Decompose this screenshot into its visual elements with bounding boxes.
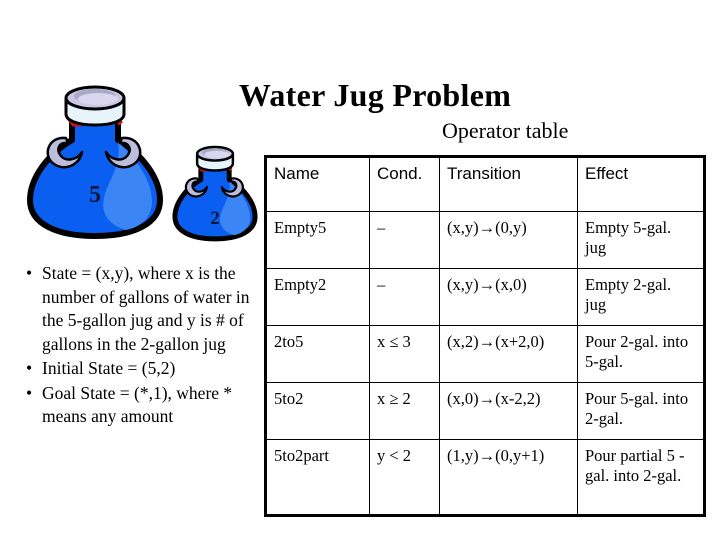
column-header-cond: Cond. [369, 156, 440, 212]
operator-table-grid: Name Cond. Transition Effect Empty5 – (x… [264, 155, 706, 517]
cell-transition: (x,y)→(x,0) [439, 268, 578, 326]
table-row: 5to2 x ≥ 2 (x,0)→(x-2,2) Pour 5-gal. int… [265, 382, 705, 440]
table-row: Empty5 – (x,y)→(0,y) Empty 5-gal. jug [265, 211, 705, 269]
list-item-text: State = (x,y), where x is the number of … [42, 263, 250, 354]
cell-effect: Pour partial 5 -gal. into 2-gal. [577, 439, 705, 516]
bullet-list: • State = (x,y), where x is the number o… [18, 262, 258, 429]
cell-effect: Empty 2-gal. jug [577, 268, 705, 326]
cell-cond: x ≤ 3 [369, 325, 440, 383]
bullet-marker-icon: • [26, 382, 33, 403]
list-item-text: Initial State = (5,2) [42, 358, 176, 378]
cell-transition: (x,y)→(0,y) [439, 211, 578, 269]
five-gallon-jug-illustration: 5 [22, 80, 168, 240]
cell-effect: Pour 5-gal. into 2-gal. [577, 382, 705, 440]
five-gallon-jug-icon [27, 85, 163, 239]
bullet-marker-icon: • [26, 263, 33, 283]
two-gallon-jug-illustration: 2 [170, 140, 260, 244]
list-item: • State = (x,y), where x is the number o… [18, 262, 258, 356]
cell-name: Empty5 [265, 211, 370, 269]
list-item: • Goal State = (*,1), where * means any … [18, 382, 258, 429]
cell-transition: (1,y)→(0,y+1) [439, 439, 578, 516]
cell-name: 5to2part [265, 439, 370, 516]
problem-definition-list: • State = (x,y), where x is the number o… [18, 262, 258, 430]
bullet-marker-icon: • [26, 358, 33, 378]
cell-cond: – [369, 268, 440, 326]
cell-transition: (x,0)→(x-2,2) [439, 382, 578, 440]
cell-cond: x ≥ 2 [369, 382, 440, 440]
page-title: Water Jug Problem [238, 77, 512, 113]
table-row: 5to2part y < 2 (1,y)→(0,y+1) Pour partia… [265, 439, 705, 516]
cell-name: 5to2 [265, 382, 370, 440]
operator-table: Name Cond. Transition Effect Empty5 – (x… [264, 155, 706, 517]
column-header-name: Name [265, 156, 370, 212]
list-item-text: Goal State = (*,1), where * means any am… [42, 382, 233, 427]
list-item: • Initial State = (5,2) [18, 357, 258, 381]
table-row: 2to5 x ≤ 3 (x,2)→(x+2,0) Pour 2-gal. int… [265, 325, 705, 383]
cell-effect: Empty 5-gal. jug [577, 211, 705, 269]
cell-cond: y < 2 [369, 439, 440, 516]
table-header-row: Name Cond. Transition Effect [265, 156, 705, 212]
cell-effect: Pour 2-gal. into 5-gal. [577, 325, 705, 383]
column-header-transition: Transition [439, 156, 578, 212]
cell-transition: (x,2)→(x+2,0) [439, 325, 578, 383]
cell-name: Empty2 [265, 268, 370, 326]
column-header-effect: Effect [577, 156, 705, 212]
table-row: Empty2 – (x,y)→(x,0) Empty 2-gal. jug [265, 268, 705, 326]
cell-name: 2to5 [265, 325, 370, 383]
operator-table-caption: Operator table [442, 118, 569, 143]
two-gallon-jug-icon [172, 145, 258, 242]
cell-cond: – [369, 211, 440, 269]
